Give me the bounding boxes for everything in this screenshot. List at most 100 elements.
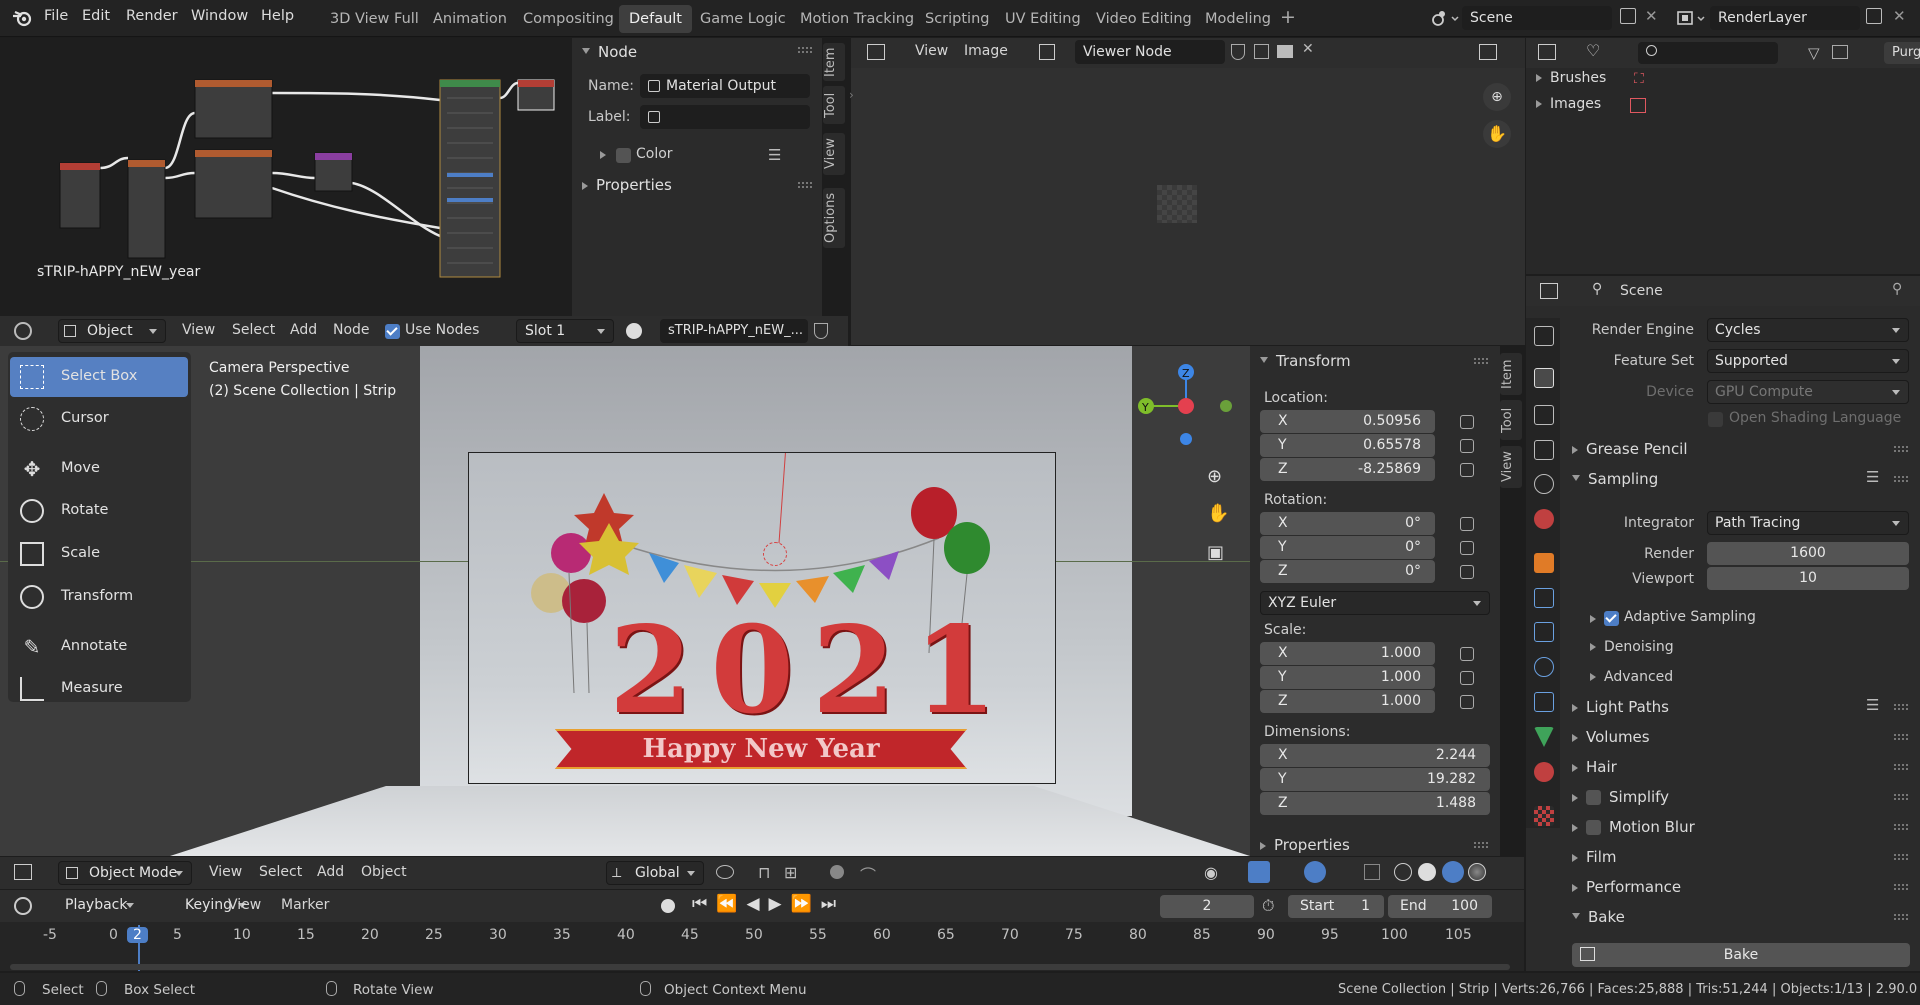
tool-scale[interactable]: Scale bbox=[10, 534, 188, 574]
filter-icon[interactable]: ▽ bbox=[1808, 44, 1820, 62]
node-editor-canvas[interactable]: sTRIP-hAPPY_nEW_year bbox=[0, 38, 572, 316]
dimensions-z-field[interactable]: Z 1.488 bbox=[1260, 792, 1490, 815]
rotation-z-field[interactable]: Z 0° bbox=[1260, 560, 1435, 583]
blender-logo-icon[interactable] bbox=[12, 9, 32, 27]
world-tab-icon[interactable] bbox=[1534, 509, 1554, 529]
end-frame-field[interactable]: End 100 bbox=[1388, 895, 1492, 918]
navigation-gizmo[interactable]: Z Y bbox=[1128, 356, 1238, 456]
scale-x-field[interactable]: X 1.000 bbox=[1260, 642, 1435, 665]
section-simplify[interactable]: Simplify bbox=[1572, 788, 1669, 806]
tab-animation[interactable]: Animation bbox=[423, 5, 517, 33]
menu-select[interactable]: Select bbox=[259, 864, 302, 880]
subsection-denoising[interactable]: Denoising bbox=[1590, 639, 1674, 655]
subsection-advanced[interactable]: Advanced bbox=[1590, 669, 1673, 685]
menu-select[interactable]: Select bbox=[232, 322, 275, 338]
tab-modeling[interactable]: Modeling bbox=[1195, 5, 1281, 33]
fake-user-icon[interactable] bbox=[1231, 44, 1245, 60]
image-editor-type-icon[interactable] bbox=[867, 44, 885, 60]
tab-view[interactable]: View bbox=[823, 133, 845, 175]
node-properties-panel[interactable]: Properties bbox=[596, 176, 672, 194]
3d-cursor-icon[interactable] bbox=[763, 542, 787, 566]
section-sampling[interactable]: Sampling bbox=[1572, 470, 1658, 488]
purge-button[interactable]: Purg bbox=[1884, 42, 1920, 64]
zoom-icon[interactable]: ⊕ bbox=[1207, 466, 1222, 487]
menu-add[interactable]: Add bbox=[317, 864, 344, 880]
tool-select-box[interactable]: Select Box bbox=[10, 357, 188, 397]
solid-shading-icon[interactable] bbox=[1418, 863, 1436, 881]
overlay-toggle-icon[interactable] bbox=[1304, 861, 1326, 883]
render-samples-field[interactable]: 1600 bbox=[1707, 542, 1909, 565]
tab-tool[interactable]: Tool bbox=[823, 86, 845, 124]
snap-icon[interactable]: ⊓ bbox=[758, 863, 770, 882]
menu-marker[interactable]: Marker bbox=[281, 897, 329, 913]
gizmo-toggle-icon[interactable] bbox=[1248, 861, 1270, 883]
menu-window[interactable]: Window bbox=[191, 8, 248, 24]
object-tab-icon[interactable] bbox=[1534, 553, 1554, 573]
camera-view-icon[interactable]: ▣ bbox=[1207, 542, 1224, 563]
dimensions-x-field[interactable]: X 2.244 bbox=[1260, 744, 1490, 767]
drag-handle-icon[interactable] bbox=[1474, 358, 1488, 364]
section-motion-blur[interactable]: Motion Blur bbox=[1572, 818, 1695, 836]
scene-tab-icon[interactable] bbox=[1534, 474, 1554, 494]
tab-scripting[interactable]: Scripting bbox=[915, 5, 999, 33]
playback-controls[interactable]: ⏮⏪◀▶⏩⏭ bbox=[692, 894, 845, 914]
tab-view[interactable]: View bbox=[1500, 446, 1522, 488]
material-name-field[interactable]: sTRIP-hAPPY_nEW_... bbox=[660, 319, 808, 343]
location-z-field[interactable]: Z -8.25869 bbox=[1260, 458, 1435, 481]
section-hair[interactable]: Hair bbox=[1572, 758, 1617, 776]
falloff-icon[interactable]: ⌒ bbox=[860, 862, 876, 886]
menu-view[interactable]: View bbox=[209, 864, 242, 880]
tab-tool[interactable]: Tool bbox=[1500, 400, 1522, 440]
menu-image[interactable]: Image bbox=[964, 43, 1008, 59]
tab-game-logic[interactable]: Game Logic bbox=[690, 5, 796, 33]
timeline-type-icon[interactable] bbox=[14, 897, 32, 915]
color-checkbox[interactable] bbox=[616, 148, 631, 163]
lock-icon[interactable] bbox=[1460, 439, 1474, 453]
display-channels-icon[interactable] bbox=[1479, 44, 1497, 60]
delete-view-layer-icon[interactable]: ✕ bbox=[1893, 7, 1906, 25]
tab-motion-tracking[interactable]: Motion Tracking bbox=[790, 5, 924, 33]
drag-handle-icon[interactable] bbox=[1894, 824, 1908, 830]
presets-icon[interactable]: ☰ bbox=[1866, 696, 1879, 714]
timeline-scrollbar[interactable] bbox=[10, 964, 1510, 970]
tab-item[interactable]: Item bbox=[1500, 353, 1522, 395]
proportional-edit-icon[interactable] bbox=[830, 865, 844, 879]
menu-view[interactable]: View bbox=[182, 322, 215, 338]
drag-handle-icon[interactable] bbox=[798, 47, 812, 53]
viewer-node-field[interactable]: Viewer Node bbox=[1075, 40, 1225, 64]
section-volumes[interactable]: Volumes bbox=[1572, 728, 1650, 746]
menu-edit[interactable]: Edit bbox=[82, 8, 110, 24]
snap-target-icon[interactable]: ⊞ bbox=[784, 863, 797, 882]
render-engine-dropdown[interactable]: Cycles bbox=[1707, 318, 1909, 342]
node-name-field[interactable]: Material Output bbox=[640, 74, 810, 98]
pan-hand-icon[interactable]: ✋ bbox=[1483, 120, 1511, 148]
pan-hand-icon[interactable]: ✋ bbox=[1207, 503, 1229, 524]
adaptive-sampling-label[interactable]: Adaptive Sampling bbox=[1624, 609, 1756, 625]
texture-tab-icon[interactable] bbox=[1534, 806, 1554, 826]
new-view-layer-icon[interactable] bbox=[1866, 8, 1882, 24]
output-tab-icon[interactable] bbox=[1534, 405, 1554, 425]
image-browse-icon[interactable] bbox=[1039, 44, 1055, 60]
drag-handle-icon[interactable] bbox=[1894, 704, 1908, 710]
menu-view[interactable]: View bbox=[228, 897, 261, 913]
location-x-field[interactable]: X 0.50956 bbox=[1260, 410, 1435, 433]
drag-handle-icon[interactable] bbox=[1894, 446, 1908, 452]
menu-file[interactable]: File bbox=[44, 8, 68, 24]
editor-type-icon[interactable] bbox=[14, 322, 32, 340]
display-mode-icon[interactable]: ♡ bbox=[1586, 41, 1600, 60]
physics-tab-icon[interactable] bbox=[1534, 657, 1554, 677]
location-y-field[interactable]: Y 0.65578 bbox=[1260, 434, 1435, 457]
properties-subpanel[interactable]: Properties bbox=[1260, 836, 1350, 854]
tool-cursor[interactable]: Cursor bbox=[10, 399, 188, 439]
outliner-item-images[interactable]: Images bbox=[1536, 96, 1601, 112]
collapse-arrow-icon[interactable]: › bbox=[849, 88, 854, 102]
viewport-3d[interactable]: 2021 Happy New Year Camera Perspective (… bbox=[0, 346, 1250, 856]
material-tab-icon[interactable] bbox=[1534, 762, 1554, 782]
object-mode-dropdown[interactable]: Object Mode bbox=[58, 861, 192, 885]
lock-icon[interactable] bbox=[1460, 565, 1474, 579]
xray-icon[interactable] bbox=[1364, 864, 1380, 880]
presets-icon[interactable]: ☰ bbox=[1866, 468, 1879, 486]
tab-options[interactable]: Options bbox=[823, 188, 845, 248]
tool-measure[interactable]: Measure bbox=[10, 669, 188, 709]
render-tab-icon[interactable] bbox=[1534, 368, 1554, 388]
